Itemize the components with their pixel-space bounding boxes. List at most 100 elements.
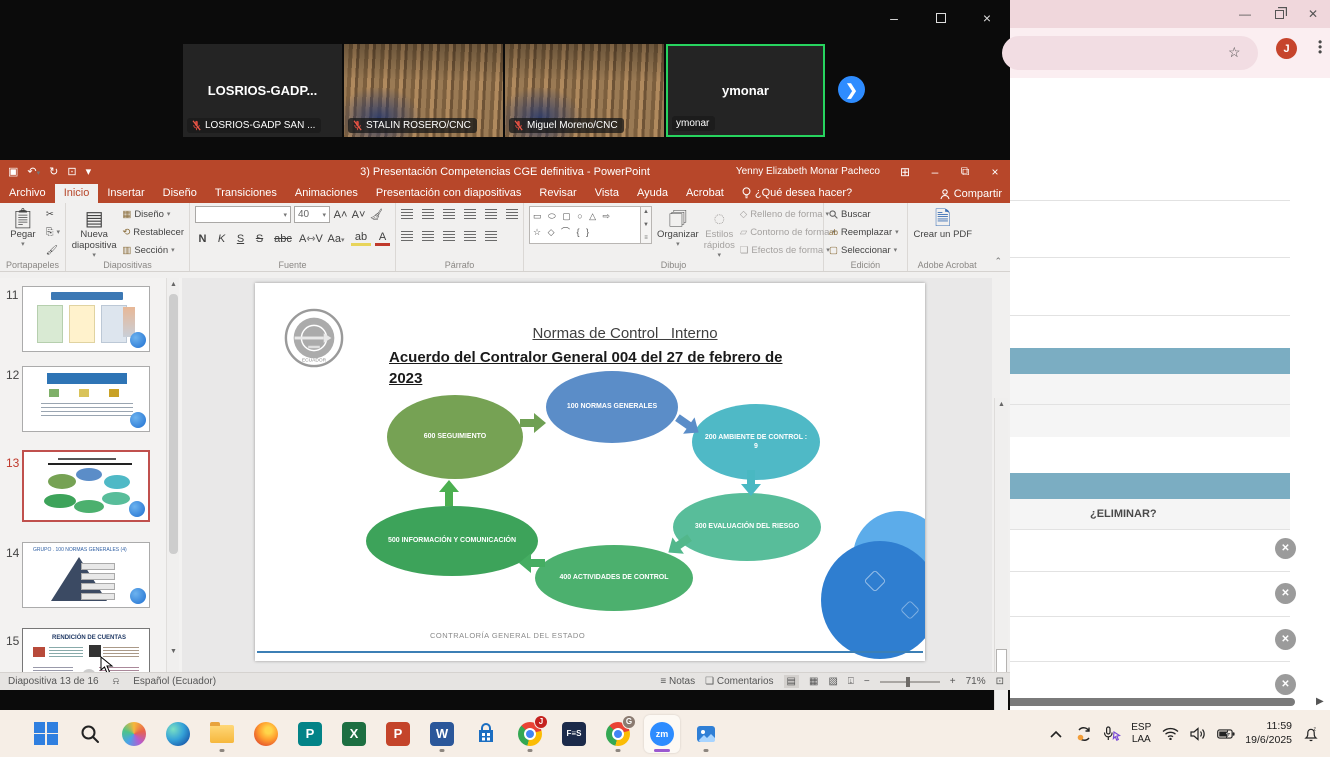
replace-button[interactable]: abReemplazar▾: [829, 224, 899, 240]
create-pdf-button[interactable]: 🗎︎ Crear un PDF: [913, 206, 973, 258]
share-button[interactable]: Compartir: [940, 188, 1002, 200]
text-shadow-button[interactable]: abc: [271, 233, 295, 245]
notification-bell-icon[interactable]: z: [1302, 726, 1320, 742]
diagram-node-500[interactable]: 500 INFORMACIÓN Y COMUNICACIÓN: [366, 506, 538, 576]
tab-transiciones[interactable]: Transiciones: [206, 184, 286, 203]
photos-icon[interactable]: [688, 715, 724, 753]
text-direction-button[interactable]: [506, 209, 518, 219]
change-case-button[interactable]: Aa▾: [325, 233, 347, 245]
tab-acrobat[interactable]: Acrobat: [677, 184, 733, 203]
start-button[interactable]: [28, 715, 64, 753]
scrollbar-thumb[interactable]: [996, 649, 1007, 673]
shrink-font-button[interactable]: A˅: [351, 209, 366, 221]
delete-row-button[interactable]: ✕: [1275, 583, 1296, 604]
quick-styles-button[interactable]: ◌ Estilos rápidos▾: [704, 206, 735, 258]
view-normal-button[interactable]: ▤: [784, 675, 799, 688]
font-name-combo[interactable]: ▾: [195, 206, 291, 223]
view-sorter-button[interactable]: ▦: [809, 676, 818, 687]
mic-in-use-icon[interactable]: [1103, 726, 1121, 742]
participant-tile[interactable]: LOSRIOS-GADP... LOSRIOS-GADP SAN ...: [183, 44, 342, 137]
browser-menu-icon[interactable]: •••: [1318, 40, 1322, 55]
chrome-profile-j-icon[interactable]: J: [512, 715, 548, 753]
volume-icon[interactable]: [1189, 727, 1207, 741]
participant-tile-active-speaker[interactable]: ymonar ymonar: [666, 44, 825, 137]
diagram-node-300[interactable]: 300 EVALUACIÓN DEL RIESGO: [673, 493, 821, 561]
ppt-close-button[interactable]: ×: [980, 160, 1010, 183]
microsoft-store-icon[interactable]: [468, 715, 504, 753]
select-button[interactable]: ▢Seleccionar▾: [829, 242, 899, 258]
shapes-gallery-scroll[interactable]: ▲▼≡: [641, 206, 652, 244]
language-status[interactable]: Español (Ecuador): [133, 676, 216, 687]
underline-button[interactable]: S: [233, 233, 248, 245]
shape-effects-button[interactable]: ❏ Efectos de forma▾: [740, 242, 836, 258]
strikethrough-button[interactable]: S: [252, 233, 267, 245]
save-icon[interactable]: ▣: [8, 165, 18, 178]
table-row[interactable]: [1010, 374, 1290, 404]
chrome-minimize-button[interactable]: —: [1228, 0, 1262, 28]
powerpoint-icon[interactable]: P: [380, 715, 416, 753]
tab-diseno[interactable]: Diseño: [154, 184, 206, 203]
copilot-icon[interactable]: [116, 715, 152, 753]
clear-formatting-button[interactable]: 🧹︎: [369, 208, 384, 221]
collapse-ribbon-button[interactable]: ⌃: [986, 256, 1010, 271]
copy-button[interactable]: ⎘▾: [46, 224, 60, 240]
ppt-minimize-button[interactable]: –: [920, 160, 950, 183]
slide-thumbnail-13-selected[interactable]: [22, 450, 150, 522]
slide-title[interactable]: Normas de Control Interno: [455, 325, 795, 342]
shapes-gallery[interactable]: ▭ ⬭ ▢ ○ △ ⇨☆ ◇ ⌒ { }: [529, 206, 641, 244]
firefox-icon[interactable]: [248, 715, 284, 753]
grow-font-button[interactable]: A˄: [333, 209, 348, 221]
delete-row-button[interactable]: ✕: [1275, 538, 1296, 559]
word-icon[interactable]: W: [424, 715, 460, 753]
ribbon-display-options-button[interactable]: ⊞: [890, 160, 920, 183]
format-painter-button[interactable]: 🖌︎: [46, 242, 60, 258]
file-explorer-icon[interactable]: [204, 715, 240, 753]
chrome-restore-button[interactable]: [1262, 0, 1296, 28]
editor-vertical-scrollbar[interactable]: ▲ ▼ ⏶ ⏷: [994, 398, 1008, 757]
tab-ayuda[interactable]: Ayuda: [628, 184, 677, 203]
line-spacing-button[interactable]: [485, 209, 497, 219]
view-reading-button[interactable]: ▧: [828, 676, 837, 687]
address-bar[interactable]: [1002, 36, 1258, 70]
battery-icon[interactable]: [1217, 728, 1235, 740]
new-slide-button[interactable]: ▤ Nueva diapositiva▾: [71, 206, 117, 258]
wifi-icon[interactable]: [1161, 727, 1179, 740]
character-spacing-button[interactable]: A⇿V: [299, 232, 321, 245]
tab-archivo[interactable]: Archivo: [0, 184, 55, 203]
zoom-percentage[interactable]: 71%: [966, 676, 986, 687]
table-row[interactable]: [1010, 405, 1290, 437]
scrollbar-thumb[interactable]: [169, 294, 178, 554]
cut-button[interactable]: ✂: [46, 206, 60, 222]
tab-insertar[interactable]: Insertar: [98, 184, 153, 203]
shape-outline-button[interactable]: ▱ Contorno de forma▾: [740, 224, 836, 240]
profile-avatar[interactable]: J: [1276, 38, 1297, 59]
delete-row-button[interactable]: ✕: [1275, 629, 1296, 650]
comments-button[interactable]: ❏ Comentarios: [705, 676, 773, 687]
slide-thumbnail-11[interactable]: [22, 286, 150, 352]
slide-thumbnail-14[interactable]: GRUPO . 100 NORMAS GENERALES (4): [22, 542, 150, 608]
zoom-maximize-button[interactable]: [930, 8, 952, 28]
chrome-profile-g-icon[interactable]: G: [600, 715, 636, 753]
participant-tile[interactable]: STALIN ROSERO/CNC: [344, 44, 503, 137]
edge-icon[interactable]: [160, 715, 196, 753]
zoom-app-icon[interactable]: zm: [644, 715, 680, 753]
bookmark-star-icon[interactable]: ☆: [1228, 44, 1241, 61]
shape-fill-button[interactable]: ◇ Relleno de forma▾: [740, 206, 836, 222]
paste-button[interactable]: 📋︎ Pegar▾: [5, 206, 41, 258]
slide-thumbnail-15[interactable]: RENDICIÓN DE CUENTAS: [22, 628, 150, 672]
clock[interactable]: 11:59 19/6/2025: [1245, 720, 1292, 747]
language-indicator[interactable]: ESP LAA: [1131, 722, 1151, 745]
decrease-indent-button[interactable]: [443, 209, 455, 219]
zoom-close-button[interactable]: ×: [976, 8, 998, 28]
zoom-slider-thumb[interactable]: [906, 677, 910, 687]
arrange-button[interactable]: 🗇︎ Organizar▾: [657, 206, 699, 258]
next-participants-button[interactable]: ❯: [838, 76, 865, 103]
zoom-in-button[interactable]: +: [950, 676, 956, 687]
undo-icon[interactable]: ↶▾: [27, 165, 40, 178]
justify-button[interactable]: [464, 231, 476, 241]
reset-button[interactable]: ⟲Restablecer: [122, 224, 184, 240]
scroll-right-icon[interactable]: ▶: [1316, 696, 1324, 707]
tab-presentacion[interactable]: Presentación con diapositivas: [367, 184, 531, 203]
italic-button[interactable]: K: [214, 233, 229, 245]
chrome-close-button[interactable]: ✕: [1296, 0, 1330, 28]
